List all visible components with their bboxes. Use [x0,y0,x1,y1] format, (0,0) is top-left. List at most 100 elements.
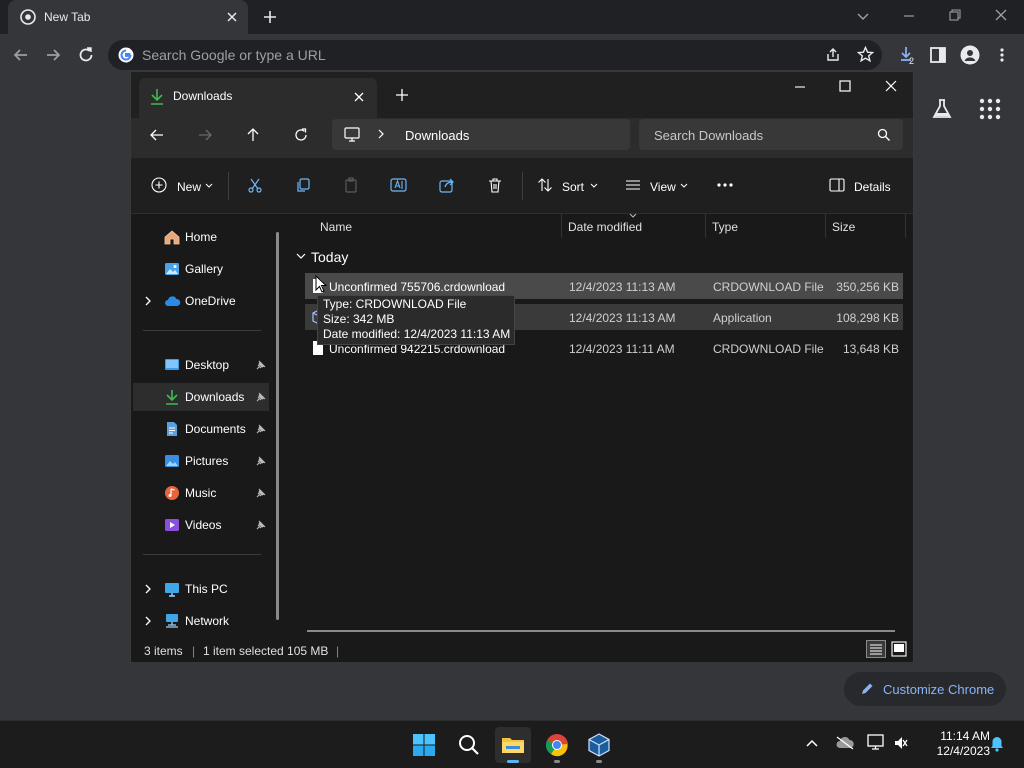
view-button[interactable]: View [650,180,676,194]
back-icon[interactable] [12,46,30,64]
file-size: 108,298 KB [836,311,899,325]
show-hidden-icons-chevron[interactable] [805,738,819,748]
pin-icon[interactable] [256,392,266,402]
taskbar-file-explorer[interactable] [495,727,531,763]
customize-chrome-button[interactable]: Customize Chrome [844,672,1006,706]
nav-item-home[interactable]: Home [133,223,269,251]
reload-icon[interactable] [77,46,95,64]
group-collapse-chevron-icon[interactable] [296,252,306,260]
sort-icon[interactable] [537,177,553,193]
explorer-forward-icon[interactable] [197,127,213,143]
horizontal-scrollbar[interactable] [307,630,895,632]
chrome-menu-icon[interactable] [994,46,1010,64]
onedrive-tray-icon[interactable] [835,735,855,751]
breadcrumb-downloads[interactable]: Downloads [405,128,469,143]
share-icon[interactable] [825,47,841,63]
explorer-refresh-icon[interactable] [293,127,309,143]
taskbar-search-button[interactable] [451,727,487,763]
column-separator[interactable] [825,214,826,238]
nav-item-desktop[interactable]: Desktop [133,351,269,379]
nav-item-downloads[interactable]: Downloads [133,383,269,411]
maximize-explorer-icon[interactable] [838,79,852,93]
expand-chevron-icon[interactable] [144,616,152,626]
view-icon[interactable] [625,177,641,193]
new-tab-icon[interactable] [262,9,278,25]
column-header-size[interactable]: Size [832,220,855,234]
google-apps-icon[interactable] [979,98,1001,120]
tab-search-icon[interactable] [856,9,870,23]
new-plus-icon[interactable] [151,177,167,193]
nav-item-videos[interactable]: Videos [133,511,269,539]
taskbar-chrome[interactable] [539,727,575,763]
explorer-up-icon[interactable] [245,127,261,143]
delete-icon[interactable] [487,177,503,193]
forward-icon[interactable] [44,46,62,64]
start-button[interactable] [406,727,442,763]
nav-label-this-pc: This PC [185,582,228,596]
nav-label-onedrive: OneDrive [185,294,236,308]
cut-icon[interactable] [247,177,263,193]
nav-item-documents[interactable]: Documents [133,415,269,443]
sort-chevron-icon [590,183,598,189]
paste-icon[interactable] [343,177,359,193]
taskbar-clock[interactable]: 11:14 AM 12/4/2023 [918,729,990,759]
expand-chevron-icon[interactable] [144,584,152,594]
new-explorer-tab-icon[interactable] [395,88,409,102]
nav-item-gallery[interactable]: Gallery [133,255,269,283]
copy-icon[interactable] [295,177,311,193]
column-separator[interactable] [705,214,706,238]
details-button[interactable]: Details [854,180,891,194]
restore-chrome-icon[interactable] [948,8,962,22]
chrome-tab-new-tab[interactable]: New Tab [8,0,248,34]
pin-icon[interactable] [256,360,266,370]
nav-pane-scrollbar[interactable] [276,232,279,620]
nav-label-documents: Documents [185,422,246,436]
expand-chevron-icon[interactable] [144,296,152,306]
labs-flask-icon[interactable] [930,97,954,121]
pin-icon[interactable] [256,424,266,434]
details-pane-icon[interactable] [829,177,845,193]
nav-item-network[interactable]: Network [133,607,269,635]
download-arrow-icon [149,88,165,106]
column-separator[interactable] [905,214,906,238]
downloads-icon[interactable] [898,45,918,67]
side-panel-icon[interactable] [929,46,947,64]
share-file-icon[interactable] [439,177,455,193]
details-view-icon[interactable] [866,640,886,658]
nav-item-music[interactable]: Music [133,479,269,507]
close-tab-icon[interactable] [226,11,238,23]
explorer-back-icon[interactable] [149,127,165,143]
profile-avatar[interactable] [960,45,980,65]
column-header-name[interactable]: Name [320,220,352,234]
more-options-icon[interactable] [716,178,734,192]
new-button[interactable]: New [177,180,201,194]
nav-item-onedrive[interactable]: OneDrive [133,287,269,315]
large-icons-view-icon[interactable] [891,641,907,657]
breadcrumb-chevron-icon[interactable] [377,129,385,139]
notifications-bell-icon[interactable] [990,736,1004,752]
close-explorer-tab-icon[interactable] [353,91,365,103]
bookmark-star-icon[interactable] [857,46,874,63]
close-chrome-icon[interactable] [994,8,1008,22]
sort-button[interactable]: Sort [562,180,584,194]
column-header-type[interactable]: Type [712,220,738,234]
minimize-explorer-icon[interactable] [793,80,807,94]
pin-icon[interactable] [256,456,266,466]
omnibox[interactable]: Search Google or type a URL [108,40,882,70]
explorer-tab-downloads[interactable]: Downloads [139,78,377,118]
close-explorer-icon[interactable] [884,79,898,93]
pin-icon[interactable] [256,488,266,498]
group-header-today[interactable]: Today [311,249,348,265]
taskbar-virtualbox[interactable] [581,727,617,763]
search-downloads-input[interactable]: Search Downloads [639,119,903,150]
network-tray-icon[interactable] [867,734,887,752]
nav-item-this-pc[interactable]: This PC [133,575,269,603]
rename-icon[interactable] [390,177,407,193]
volume-muted-icon[interactable] [894,736,908,750]
pin-icon[interactable] [256,520,266,530]
minimize-chrome-icon[interactable] [902,9,916,23]
column-header-date[interactable]: Date modified [568,220,642,234]
nav-item-pictures[interactable]: Pictures [133,447,269,475]
column-separator[interactable] [561,214,562,238]
address-bar[interactable]: Downloads [332,119,630,150]
